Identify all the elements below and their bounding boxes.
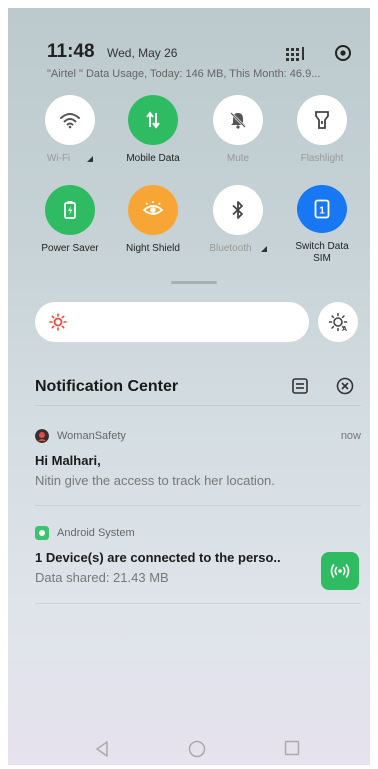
data-usage-text: "Airtel " Data Usage, Today: 146 MB, Thi… (47, 68, 321, 80)
auto-brightness-button[interactable]: A (318, 302, 358, 342)
date: Wed, May 26 (107, 46, 178, 60)
notification-body: Data shared: 21.43 MB (35, 570, 169, 585)
expand-arrow-icon[interactable] (87, 156, 94, 162)
night-shield-icon (128, 185, 178, 235)
tile-power-saver[interactable]: Power Saver (25, 185, 115, 265)
hotspot-icon (330, 564, 350, 578)
hotspot-button[interactable] (321, 552, 359, 590)
tile-label: Power Saver (41, 243, 99, 254)
tile-night-shield[interactable]: Night Shield (108, 185, 198, 265)
android-system-app-icon (35, 526, 49, 540)
divider (35, 405, 361, 406)
notification-womansafety[interactable]: WomanSafety now Hi Malhari, Nitin give t… (35, 428, 361, 488)
auto-brightness-icon: A (328, 312, 348, 332)
notification-title: 1 Device(s) are connected to the perso.. (35, 550, 281, 565)
settings-icon[interactable] (334, 44, 352, 62)
sim-icon: 1 (297, 185, 347, 233)
mute-icon (213, 95, 263, 145)
womansafety-app-icon (35, 429, 49, 443)
divider (35, 603, 361, 604)
bluetooth-icon (213, 185, 263, 235)
tile-label: Night Shield (126, 243, 180, 254)
wifi-icon (45, 95, 95, 145)
mobile-data-icon (128, 95, 178, 145)
home-icon[interactable] (188, 740, 206, 758)
tile-switch-data-sim[interactable]: 1 Switch Data SIM (277, 185, 367, 265)
tile-label: Flashlight (300, 153, 344, 164)
divider (35, 505, 361, 506)
back-icon[interactable] (94, 740, 110, 758)
brightness-slider[interactable] (35, 302, 309, 342)
clear-all-icon[interactable] (336, 377, 354, 395)
tile-mobile-data[interactable]: Mobile Data (108, 95, 198, 175)
edit-tiles-icon[interactable] (285, 46, 307, 62)
expand-arrow-icon[interactable] (260, 246, 267, 252)
tile-bluetooth[interactable]: Bluetooth (193, 185, 283, 265)
tile-label: Mute (226, 153, 250, 164)
tile-label: Switch Data SIM (295, 241, 349, 264)
tile-flashlight[interactable]: Flashlight (277, 95, 367, 175)
manage-notifications-icon[interactable] (291, 377, 309, 395)
drag-handle[interactable] (171, 281, 217, 284)
notification-shade: 11:48 Wed, May 26 "Airtel " Data Usage, … (8, 8, 370, 765)
tile-mute[interactable]: Mute (193, 95, 283, 175)
tile-label: Mobile Data (126, 153, 180, 164)
tile-label: Bluetooth (209, 243, 252, 254)
notification-android-system[interactable]: Android System 1 Device(s) are connected… (35, 525, 361, 585)
clock: 11:48 (47, 41, 95, 62)
notification-title: Hi Malhari, (35, 453, 101, 468)
svg-text:1: 1 (319, 206, 325, 217)
flashlight-icon (297, 95, 347, 145)
notification-time: now (340, 430, 361, 442)
brightness-icon (49, 313, 67, 331)
power-saver-icon (45, 185, 95, 235)
app-name: Android System (57, 527, 135, 539)
recents-icon[interactable] (284, 740, 300, 756)
svg-text:A: A (342, 326, 347, 332)
notification-body: Nitin give the access to track her locat… (35, 473, 275, 488)
notification-center-title: Notification Center (35, 378, 179, 395)
tile-label: Wi-Fi (46, 153, 71, 164)
tile-wifi[interactable]: Wi-Fi (25, 95, 115, 175)
app-name: WomanSafety (57, 430, 126, 442)
